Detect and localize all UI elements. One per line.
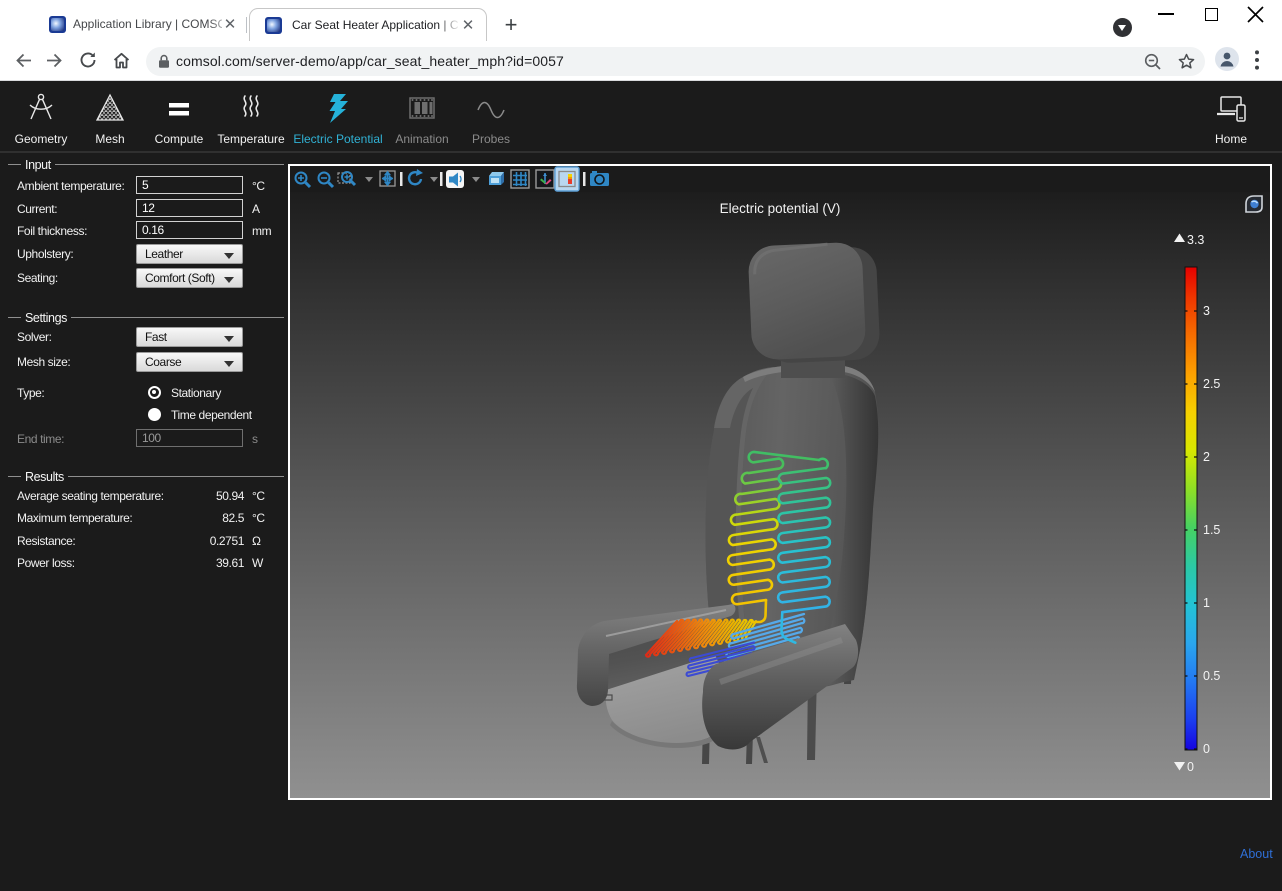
svg-text:Electric potential (V): Electric potential (V) <box>720 201 841 216</box>
svg-text:0.5: 0.5 <box>1203 669 1220 683</box>
svg-text:1: 1 <box>1203 596 1210 610</box>
svg-text:0: 0 <box>1203 742 1210 756</box>
svg-text:0: 0 <box>1187 760 1194 774</box>
svg-text:3: 3 <box>1203 304 1210 318</box>
svg-text:3.3: 3.3 <box>1187 233 1204 247</box>
svg-text:1.5: 1.5 <box>1203 523 1220 537</box>
svg-text:2: 2 <box>1203 450 1210 464</box>
svg-text:2.5: 2.5 <box>1203 377 1220 391</box>
